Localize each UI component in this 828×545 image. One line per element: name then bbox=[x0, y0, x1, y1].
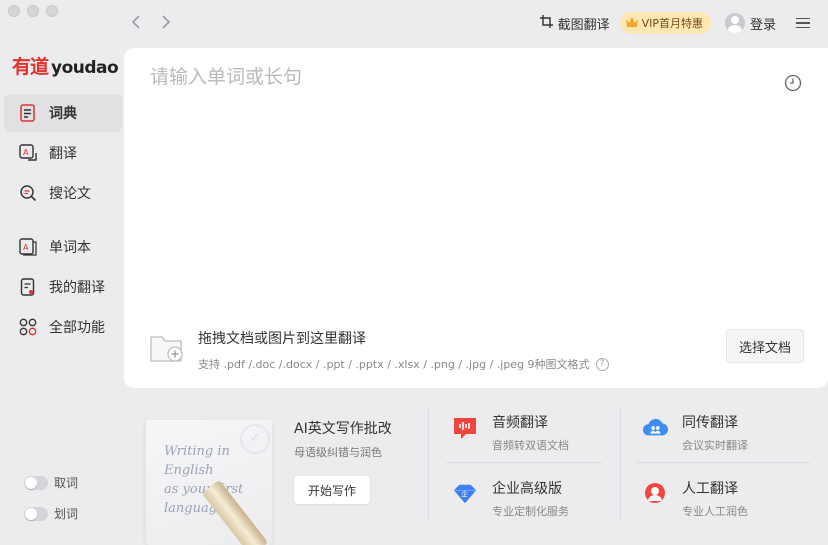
ai-writing-title: AI英文写作批改 bbox=[294, 421, 392, 437]
wordbook-icon: A bbox=[19, 238, 37, 256]
top-bar: 截图翻译 VIP首月特惠 登录 bbox=[124, 0, 828, 48]
close-window-button[interactable] bbox=[8, 5, 20, 17]
check-stamp-icon: ✓ bbox=[240, 424, 270, 454]
human-translate-icon bbox=[642, 481, 668, 507]
screenshot-translate-button[interactable]: 截图翻译 bbox=[539, 14, 610, 33]
logo-en: youdao bbox=[51, 58, 119, 78]
divider bbox=[446, 462, 602, 463]
window-controls bbox=[8, 5, 58, 17]
svg-text:企: 企 bbox=[461, 489, 468, 498]
sidebar-item-wordbook[interactable]: A 单词本 bbox=[4, 228, 122, 266]
feature-panel: ✓ Writing in English as your first langu… bbox=[124, 400, 828, 545]
sidebar-item-label: 全部功能 bbox=[49, 320, 105, 336]
sidebar-item-label: 翻译 bbox=[49, 146, 77, 162]
folder-add-icon bbox=[150, 333, 186, 367]
menu-icon[interactable] bbox=[796, 15, 810, 32]
svg-text:A: A bbox=[23, 243, 29, 252]
feature-audio-translate[interactable]: 音频翻译 音频转双语文档 bbox=[452, 412, 569, 453]
query-card: 拖拽文档或图片到这里翻译 支持 .pdf /.doc /.docx / .ppt… bbox=[124, 48, 828, 388]
start-writing-button[interactable]: 开始写作 bbox=[294, 476, 371, 504]
audio-translate-icon bbox=[452, 415, 478, 441]
translate-icon: A bbox=[19, 144, 37, 162]
feature-subtitle: 会议实时翻译 bbox=[682, 439, 748, 452]
sidebar-item-translate[interactable]: A 翻译 bbox=[4, 134, 122, 172]
chevron-left-icon[interactable] bbox=[128, 14, 144, 34]
vip-promo-button[interactable]: VIP首月特惠 bbox=[619, 12, 711, 34]
divider bbox=[636, 462, 810, 463]
sidebar-item-label: 单词本 bbox=[49, 240, 91, 256]
screenshot-translate-label: 截图翻译 bbox=[557, 17, 610, 33]
dictionary-icon bbox=[19, 104, 37, 122]
feature-title: 人工翻译 bbox=[682, 481, 738, 497]
sidebar-item-my-translation[interactable]: 我的翻译 bbox=[4, 268, 122, 306]
feature-enterprise[interactable]: 企 企业高级版 专业定制化服务 bbox=[452, 478, 569, 519]
login-label: 登录 bbox=[749, 17, 776, 33]
logo-cn: 有道 bbox=[12, 56, 49, 78]
feature-title: 同传翻译 bbox=[682, 415, 738, 431]
simultaneous-translate-icon bbox=[642, 415, 668, 441]
avatar bbox=[724, 13, 745, 33]
feature-simultaneous-translate[interactable]: 同传翻译 会议实时翻译 bbox=[642, 412, 748, 453]
my-translation-icon bbox=[19, 278, 37, 296]
toggle-label: 划词 bbox=[54, 507, 79, 521]
sidebar-nav: 词典 A 翻译 搜论文 A 单词本 我的翻译 全部功能 bbox=[4, 94, 122, 348]
sidebar-item-label: 我的翻译 bbox=[49, 280, 105, 296]
drop-title: 拖拽文档或图片到这里翻译 bbox=[198, 331, 366, 347]
feature-title: 音频翻译 bbox=[492, 415, 548, 431]
feature-subtitle: 专业人工润色 bbox=[682, 505, 748, 518]
toggle-label: 取词 bbox=[54, 476, 79, 490]
minimize-window-button[interactable] bbox=[27, 5, 39, 17]
vip-label: VIP首月特惠 bbox=[641, 17, 703, 30]
feature-subtitle: 音频转双语文档 bbox=[492, 439, 569, 452]
query-input[interactable] bbox=[150, 66, 750, 88]
chevron-right-icon[interactable] bbox=[158, 14, 174, 34]
enterprise-icon: 企 bbox=[452, 481, 478, 507]
crown-icon bbox=[625, 16, 638, 30]
help-icon[interactable]: ? bbox=[595, 357, 609, 371]
sidebar-item-dictionary[interactable]: 词典 bbox=[4, 94, 122, 132]
sidebar-item-label: 搜论文 bbox=[49, 186, 91, 202]
toggle-select-word[interactable]: 划词 bbox=[24, 505, 78, 522]
svg-text:A: A bbox=[23, 148, 29, 157]
sidebar: 有道 youdao 词典 A 翻译 搜论文 A 单词本 我的翻译 全部功能 取词… bbox=[0, 48, 124, 545]
drop-subtitle: 支持 .pdf /.doc /.docx / .ppt / .pptx / .x… bbox=[198, 358, 590, 371]
sidebar-item-label: 词典 bbox=[49, 106, 77, 122]
login-button[interactable]: 登录 bbox=[724, 13, 776, 33]
search-paper-icon bbox=[19, 184, 37, 202]
history-icon[interactable] bbox=[784, 74, 802, 96]
toggle-switch[interactable] bbox=[24, 506, 48, 521]
crop-icon bbox=[539, 14, 553, 32]
toggle-pick-word[interactable]: 取词 bbox=[24, 474, 78, 491]
choose-file-button[interactable]: 选择文档 bbox=[725, 329, 804, 363]
feature-subtitle: 专业定制化服务 bbox=[492, 505, 569, 518]
youdao-logo: 有道 youdao bbox=[12, 52, 119, 79]
toggle-switch[interactable] bbox=[24, 475, 48, 490]
writing-promo-image[interactable]: ✓ Writing in English as your first langu… bbox=[146, 420, 272, 545]
file-drop-zone[interactable]: 拖拽文档或图片到这里翻译 支持 .pdf /.doc /.docx / .ppt… bbox=[150, 328, 609, 372]
zoom-window-button[interactable] bbox=[46, 5, 58, 17]
ai-writing-subtitle: 母语级纠错与润色 bbox=[294, 446, 382, 459]
toggle-group: 取词 划词 bbox=[24, 474, 78, 536]
sidebar-item-search-paper[interactable]: 搜论文 bbox=[4, 174, 122, 212]
all-features-icon bbox=[19, 318, 37, 336]
feature-human-translate[interactable]: 人工翻译 专业人工润色 bbox=[642, 478, 748, 519]
feature-title: 企业高级版 bbox=[492, 481, 562, 497]
ai-writing-block: AI英文写作批改 母语级纠错与润色 开始写作 bbox=[294, 418, 392, 504]
divider bbox=[428, 408, 429, 520]
sidebar-item-all-features[interactable]: 全部功能 bbox=[4, 308, 122, 346]
divider bbox=[620, 408, 621, 520]
